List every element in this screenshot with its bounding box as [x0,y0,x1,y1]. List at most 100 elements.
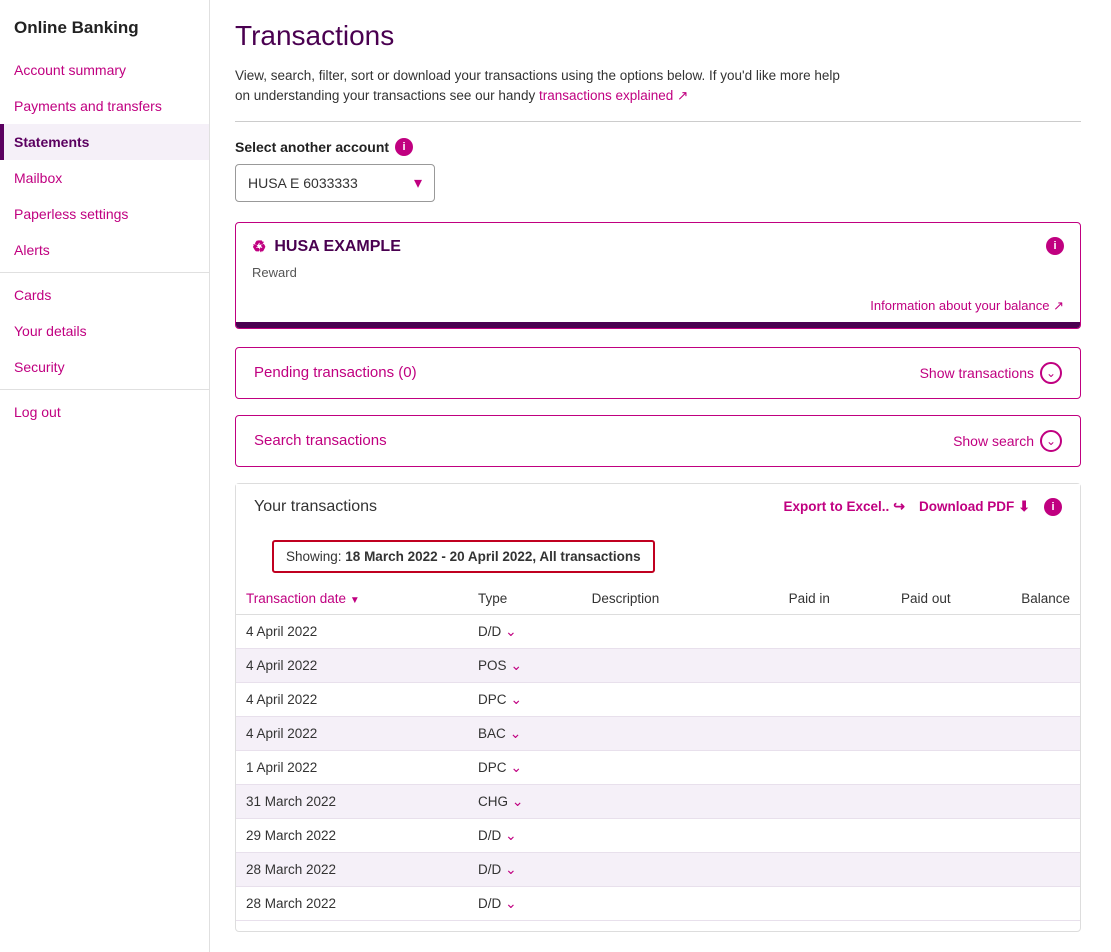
cell-type: DPC ⌄ [468,750,582,784]
download-icon: ⬇ [1018,498,1030,515]
cell-type: DPC ⌄ [468,682,582,716]
table-wrapper: Transaction date ▼ Type Description Paid… [236,583,1080,931]
page-title: Transactions [235,20,1081,52]
transactions-tbody: 4 April 2022 D/D ⌄ 4 April 2022 POS ⌄ 4 … [236,614,1080,920]
cell-description [582,784,734,818]
expand-icon[interactable]: ⌄ [505,623,517,639]
transactions-header: Your transactions Export to Excel.. ↪ Do… [236,484,1080,530]
sidebar-item-statements[interactable]: Statements [0,124,209,160]
pending-panel-title: Pending transactions (0) [254,364,417,381]
cell-balance [961,648,1080,682]
cell-balance [961,750,1080,784]
chevron-down-icon: ▾ [414,173,422,193]
cell-paid-out [840,614,961,648]
sidebar-item-alerts[interactable]: Alerts [0,232,209,268]
cell-paid-out [840,716,961,750]
table-row: 1 April 2022 DPC ⌄ [236,750,1080,784]
account-card-sub: Reward [236,263,1080,290]
showing-wrapper: Showing: 18 March 2022 - 20 April 2022, … [236,530,1080,583]
table-row: 29 March 2022 D/D ⌄ [236,818,1080,852]
balance-info-link[interactable]: Information about your balance ↗ [870,298,1064,314]
cell-paid-in [734,784,840,818]
cell-paid-in [734,682,840,716]
col-description: Description [582,583,734,615]
cell-paid-in [734,614,840,648]
transactions-section: Your transactions Export to Excel.. ↪ Do… [235,483,1081,932]
col-date[interactable]: Transaction date ▼ [236,583,468,615]
expand-icon[interactable]: ⌄ [505,827,517,843]
expand-icon[interactable]: ⌄ [512,793,524,809]
sidebar-nav: Account summary Payments and transfers S… [0,52,209,430]
cell-date: 4 April 2022 [236,682,468,716]
cell-date: 4 April 2022 [236,716,468,750]
account-selector-info-icon[interactable]: i [395,138,413,156]
cell-balance [961,614,1080,648]
account-card-balance-link: Information about your balance ↗ [236,290,1080,322]
cell-description [582,648,734,682]
cell-date: 31 March 2022 [236,784,468,818]
expand-icon[interactable]: ⌄ [510,657,522,673]
expand-icon[interactable]: ⌄ [510,759,522,775]
cell-type: D/D ⌄ [468,614,582,648]
table-row: 28 March 2022 D/D ⌄ [236,852,1080,886]
transactions-info-icon[interactable]: i [1044,498,1062,516]
cell-paid-out [840,750,961,784]
table-row: 4 April 2022 BAC ⌄ [236,716,1080,750]
main-content: Transactions View, search, filter, sort … [210,0,1111,952]
expand-icon[interactable]: ⌄ [510,691,522,707]
cell-type: POS ⌄ [468,648,582,682]
intro-divider [235,121,1081,122]
col-balance: Balance [961,583,1080,615]
transactions-explained-link[interactable]: transactions explained ↗ [539,88,688,103]
expand-icon[interactable]: ⌄ [505,895,517,911]
col-paid-in: Paid in [734,583,840,615]
transactions-actions: Export to Excel.. ↪ Download PDF ⬇ i [784,498,1063,516]
account-card-info-icon[interactable]: i [1046,237,1064,255]
cell-type: D/D ⌄ [468,818,582,852]
cell-paid-in [734,750,840,784]
download-pdf-btn[interactable]: Download PDF ⬇ [919,498,1030,515]
sidebar-item-security[interactable]: Security [0,349,209,385]
recycle-icon: ♻ [252,237,266,257]
search-panel-title: Search transactions [254,432,387,449]
table-row: 4 April 2022 DPC ⌄ [236,682,1080,716]
sidebar-item-mailbox[interactable]: Mailbox [0,160,209,196]
cell-type: D/D ⌄ [468,886,582,920]
cell-date: 4 April 2022 [236,648,468,682]
cell-paid-out [840,818,961,852]
search-show-btn[interactable]: Show search ⌄ [953,430,1062,452]
sidebar-item-your-details[interactable]: Your details [0,313,209,349]
account-dropdown[interactable]: HUSA E 6033333 ▾ [235,164,435,202]
export-excel-btn[interactable]: Export to Excel.. ↪ [784,498,906,515]
cell-date: 1 April 2022 [236,750,468,784]
cell-type: CHG ⌄ [468,784,582,818]
table-row: 28 March 2022 D/D ⌄ [236,886,1080,920]
table-row: 31 March 2022 CHG ⌄ [236,784,1080,818]
table-header: Transaction date ▼ Type Description Paid… [236,583,1080,615]
search-transactions-panel: Search transactions Show search ⌄ [235,415,1081,467]
search-panel-header: Search transactions Show search ⌄ [236,416,1080,466]
account-card-bar [236,322,1080,328]
transactions-section-title: Your transactions [254,498,377,516]
sidebar-item-payments-transfers[interactable]: Payments and transfers [0,88,209,124]
sidebar-item-paperless-settings[interactable]: Paperless settings [0,196,209,232]
table-row: 4 April 2022 POS ⌄ [236,648,1080,682]
cell-paid-in [734,818,840,852]
cell-date: 28 March 2022 [236,886,468,920]
sidebar-item-log-out[interactable]: Log out [0,394,209,430]
search-chevron-icon: ⌄ [1040,430,1062,452]
account-dropdown-value: HUSA E 6033333 [248,175,358,191]
pending-transactions-panel: Pending transactions (0) Show transactio… [235,347,1081,399]
pending-chevron-icon: ⌄ [1040,362,1062,384]
cell-balance [961,716,1080,750]
pending-show-transactions-btn[interactable]: Show transactions ⌄ [920,362,1062,384]
cell-balance [961,818,1080,852]
sidebar-item-account-summary[interactable]: Account summary [0,52,209,88]
expand-icon[interactable]: ⌄ [510,725,522,741]
cell-description [582,852,734,886]
sidebar-item-cards[interactable]: Cards [0,277,209,313]
cell-paid-out [840,682,961,716]
pending-panel-header: Pending transactions (0) Show transactio… [236,348,1080,398]
cell-date: 28 March 2022 [236,852,468,886]
col-type: Type [468,583,582,615]
